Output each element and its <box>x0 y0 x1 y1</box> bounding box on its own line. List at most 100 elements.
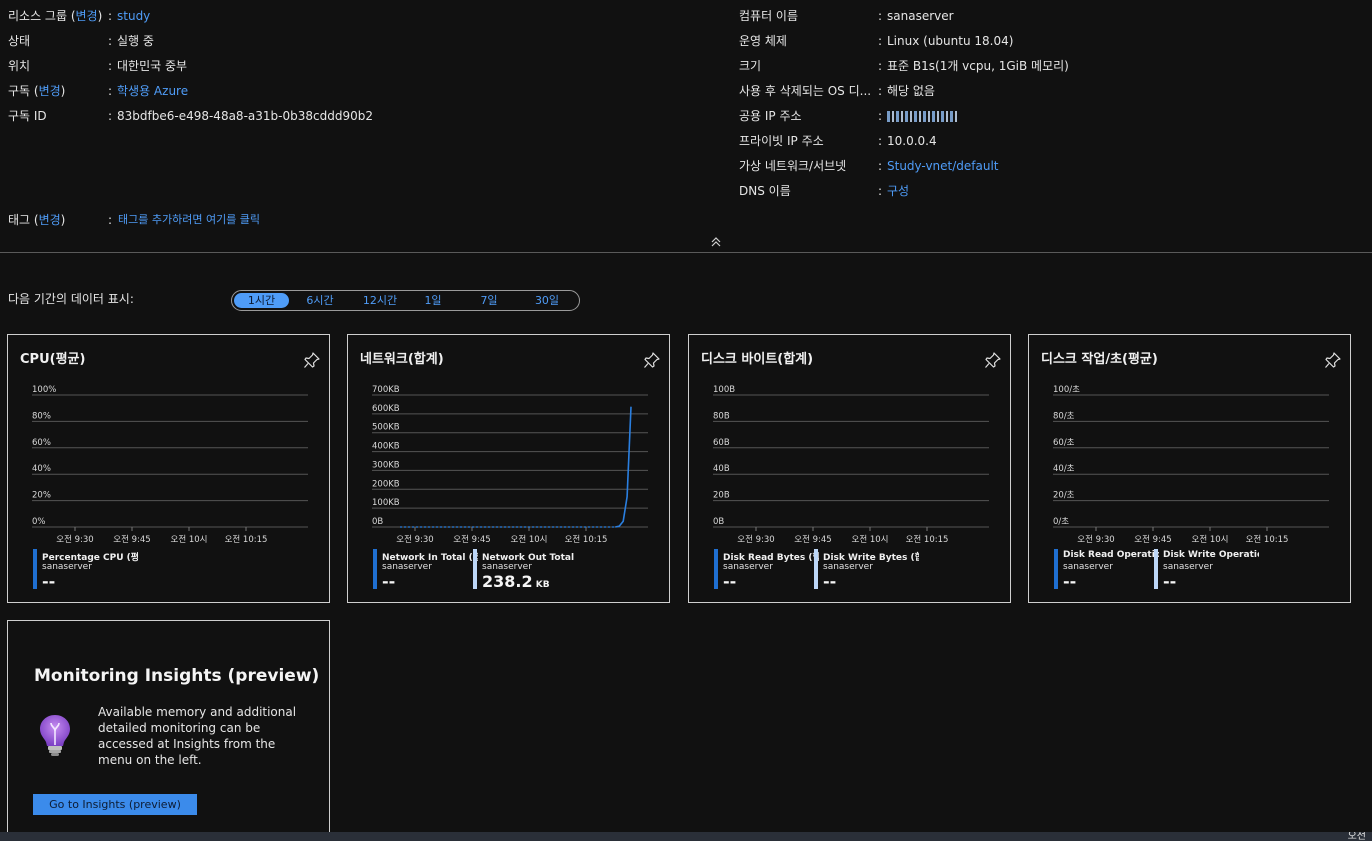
essential-left-row: 리소스 그룹 (변경): study <box>8 7 628 25</box>
legend-resource-name: sanaserver <box>382 562 432 572</box>
essential-right-label: 가상 네트워크/서브넷 <box>739 159 847 173</box>
essential-left-label: 구독 ID <box>8 109 47 123</box>
legend-color-bar <box>1154 549 1158 589</box>
y-tick-label: 40% <box>32 464 51 474</box>
legend-value: 238.2 KB <box>482 572 550 591</box>
essentials-divider <box>0 252 1372 253</box>
essential-right-row: 프라이빗 IP 주소:10.0.0.4 <box>739 132 1359 150</box>
legend-value-number: -- <box>723 572 737 591</box>
essential-left-change-link[interactable]: 변경 <box>76 9 98 23</box>
tags-change-link[interactable]: 변경 <box>39 213 61 227</box>
essential-left-colon: : <box>108 34 113 48</box>
essential-right-value[interactable]: Study-vnet/default <box>887 157 999 175</box>
legend-resource-name: sanaserver <box>42 562 92 572</box>
essential-right-value: 해당 없음 <box>887 84 935 98</box>
essential-right-label: 프라이빗 IP 주소 <box>739 134 824 148</box>
legend-color-bar <box>714 549 718 589</box>
essential-right-value[interactable]: 구성 <box>887 182 909 200</box>
essential-left-value[interactable]: study <box>117 7 150 25</box>
legend-item[interactable]: Disk Write Operation... sanaserver-- <box>1154 549 1259 591</box>
legend-item[interactable]: Network Out Total (합계)sanaserver238.2 KB <box>473 549 578 591</box>
essential-left-value: 83bdfbe6-e498-48a8-a31b-0b38cddd90b2 <box>117 109 373 123</box>
legend-value-unit: KB <box>532 580 550 590</box>
chart-plot: 700KB 600KB 500KB 400KB 300KB 200KB 100KB 0B 오전 … <box>372 385 648 545</box>
x-tick-label: 오전 9:30 <box>737 534 774 545</box>
y-tick-label: 200KB <box>372 479 400 489</box>
essential-right-colon: : <box>878 9 883 23</box>
y-tick-label: 100B <box>713 385 735 395</box>
taskbar-clock: 오전 <box>1347 832 1366 841</box>
essential-right-value[interactable] <box>887 107 959 125</box>
legend-item[interactable]: Disk Read Operations... sanaserver-- <box>1054 549 1159 591</box>
essential-right-colon: : <box>878 34 883 48</box>
legend-resource-name: sanaserver <box>823 562 873 572</box>
essential-right-label: 공용 IP 주소 <box>739 109 802 123</box>
legend-item[interactable]: Disk Write Bytes (합계)sanaserver-- <box>814 549 919 591</box>
legend-item[interactable]: Disk Read Bytes (합계)sanaserver-- <box>714 549 819 591</box>
y-tick-label: 20/초 <box>1053 491 1075 501</box>
legend-resource-name: sanaserver <box>1163 562 1213 572</box>
tags-add-link[interactable]: 태그를 추가하려면 여기를 클릭 <box>118 211 260 229</box>
x-tick-label: 오전 10:15 <box>906 534 949 545</box>
essential-right-row: 운영 체제: Linux (ubuntu 18.04) <box>739 32 1359 50</box>
essential-right-colon: : <box>878 159 883 173</box>
chart-plot: 100/초 80/초 60/초 40/초 20/초 0/초오전 9:30 오전 9:45 오전… <box>1053 385 1329 545</box>
tags-row: 태그 (변경) : 태그를 추가하려면 여기를 클릭 <box>8 211 408 229</box>
legend-value-number: -- <box>823 572 837 591</box>
y-tick-label: 400KB <box>372 442 400 452</box>
essential-left-value[interactable]: 학생용 Azure <box>117 82 188 100</box>
time-range-option[interactable]: 6시간 <box>294 293 346 308</box>
metric-card: 디스크 작업/초(평균) 100/초 80/초 60/초 40/초 20/초 0/초 오전 9… <box>1028 334 1351 603</box>
legend-value: -- <box>823 572 836 591</box>
legend-color-bar <box>1054 549 1058 589</box>
legend-item[interactable]: Percentage CPU (평균)sanaserver-- <box>33 549 138 591</box>
legend-series-name: Disk Write Operation... <box>1163 550 1259 560</box>
essential-left-colon: : <box>108 84 113 98</box>
essential-left-label: 상태 <box>8 34 31 48</box>
essential-left-value: 대한민국 중부 <box>117 59 188 73</box>
x-tick-label: 오전 10시 <box>511 534 548 545</box>
legend-item[interactable]: Network In Total (합계)sanaserver-- <box>373 549 478 591</box>
legend-value-number: 238.2 <box>482 572 533 591</box>
insights-title: Monitoring Insights (preview) <box>34 666 320 686</box>
insights-description: Available memory and additional detailed… <box>98 705 297 767</box>
legend-resource-name: sanaserver <box>1063 562 1113 572</box>
time-range-option[interactable]: 7일 <box>466 293 512 308</box>
metric-card: CPU(평균) 100% 80% 60% 40% 20% 0% 오전 9:30 오전 9:45 오… <box>7 334 330 603</box>
essential-right-row: 사용 후 삭제되는 OS 디...: 해당 없음 <box>739 82 1359 100</box>
time-range-option[interactable]: 1시간 <box>234 293 289 308</box>
essential-right-row: 가상 네트워크/서브넷: Study-vnet/default <box>739 157 1359 175</box>
time-range-label: 다음 기간의 데이터 표시: <box>8 292 134 306</box>
legend-series-name: Disk Read Operations... <box>1063 550 1159 560</box>
essential-left-label: 리소스 그룹 (변경) <box>8 9 103 23</box>
essential-right-row: 컴퓨터 이름: sanaserver <box>739 7 1359 25</box>
y-tick-label: 0B <box>372 517 383 527</box>
y-tick-label: 100/초 <box>1053 385 1080 395</box>
x-tick-label: 오전 10시 <box>852 534 889 545</box>
go-to-insights-button[interactable]: Go to Insights (preview) <box>33 794 197 815</box>
legend-value: -- <box>723 572 736 591</box>
essential-right-value: Linux (ubuntu 18.04) <box>887 34 1014 48</box>
public-ip-masked[interactable] <box>887 111 959 122</box>
x-tick-label: 오전 9:45 <box>794 534 831 545</box>
time-range-option[interactable]: 12시간 <box>350 293 410 308</box>
essential-right-value: 표준 B1s(1개 vcpu, 1GiB 메모리) <box>887 59 1069 73</box>
collapse-essentials-icon[interactable] <box>709 236 723 248</box>
essential-right-label: DNS 이름 <box>739 184 791 198</box>
time-range-option[interactable]: 1일 <box>412 293 454 308</box>
x-tick-label: 오전 9:45 <box>1134 534 1171 545</box>
essential-right-value: sanaserver <box>887 9 954 23</box>
y-tick-label: 60B <box>713 438 730 448</box>
chart-plot: 100B 80B 60B 40B 20B 0B 오전 9:30 오전 9:45 오전 10시 오전… <box>713 385 989 545</box>
essential-right-label: 컴퓨터 이름 <box>739 9 799 23</box>
time-range-option[interactable]: 30일 <box>520 293 574 308</box>
essential-right-label: 크기 <box>739 59 762 73</box>
essential-right-label: 운영 체제 <box>739 34 787 48</box>
y-tick-label: 300KB <box>372 460 400 470</box>
legend-color-bar <box>33 549 37 589</box>
essential-left-colon: : <box>108 9 113 23</box>
tags-label: 태그 (변경) <box>8 213 66 227</box>
essential-left-change-link[interactable]: 변경 <box>39 84 61 98</box>
x-tick-label: 오전 9:45 <box>113 534 150 545</box>
x-tick-label: 오전 10시 <box>171 534 208 545</box>
